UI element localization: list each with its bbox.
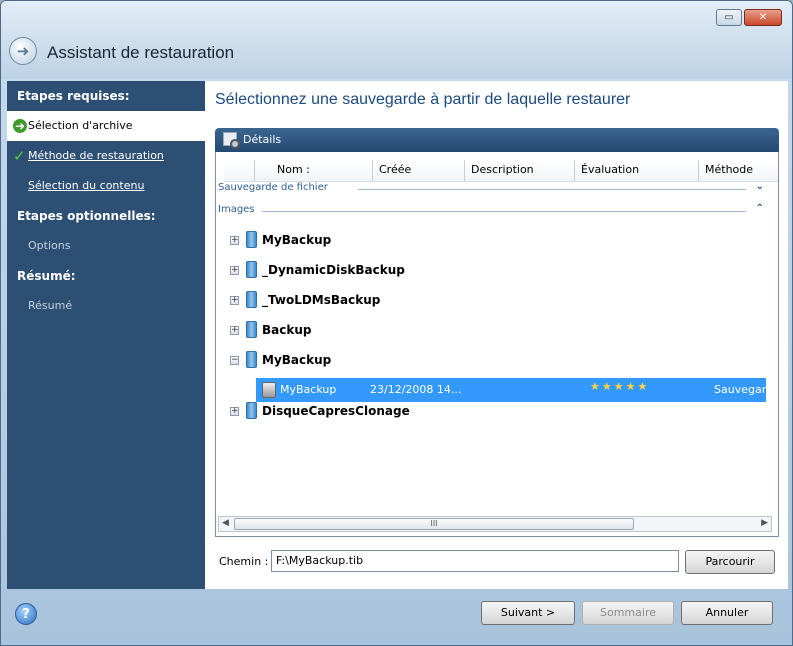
wizard-footer: ? Suivant > Sommaire Annuler: [1, 589, 792, 645]
column-header-spacer: [224, 160, 254, 182]
optional-steps-header: Etapes optionnelles:: [17, 209, 156, 223]
help-icon[interactable]: ?: [15, 603, 37, 625]
backup-archive-icon: [246, 321, 257, 338]
backup-archive-icon: [246, 351, 257, 368]
list-item[interactable]: − MyBackup: [216, 347, 768, 375]
rating-stars-icon: ★★★★★: [590, 380, 650, 393]
group-label: Images: [218, 204, 255, 215]
page-title: Sélectionnez une sauvegarde à partir de …: [215, 91, 631, 108]
horizontal-scrollbar[interactable]: ◀ III ▶: [218, 516, 772, 532]
expand-plus-icon[interactable]: +: [230, 296, 239, 305]
column-headers: Nom : Créée Description Évaluation Métho…: [224, 160, 778, 182]
column-header-rating[interactable]: Évaluation: [574, 160, 698, 182]
backup-list[interactable]: Nom : Créée Description Évaluation Métho…: [215, 152, 779, 537]
summary-button: Sommaire: [582, 601, 674, 625]
scroll-right-icon[interactable]: ▶: [761, 518, 768, 528]
next-button[interactable]: Suivant >: [481, 601, 575, 625]
path-input[interactable]: F:\MyBackup.tib: [271, 550, 679, 572]
backup-archive-icon: [246, 402, 257, 419]
chevron-up-icon[interactable]: ⌃: [756, 203, 764, 214]
scroll-thumb[interactable]: III: [234, 518, 634, 530]
step-label: Méthode de restauration: [28, 149, 164, 162]
group-images[interactable]: Images ⌃: [218, 203, 768, 218]
item-name: Backup: [262, 323, 312, 337]
main-content: Sélectionnez une sauvegarde à partir de …: [205, 81, 788, 589]
path-row: Chemin : F:\MyBackup.tib Parcourir: [215, 547, 779, 577]
row-created: 23/12/2008 14...: [370, 383, 462, 396]
backup-archive-icon: [246, 261, 257, 278]
expand-plus-icon[interactable]: +: [230, 266, 239, 275]
close-button[interactable]: ✕: [744, 9, 782, 26]
group-file-backup[interactable]: Sauvegarde de fichier ⌄: [218, 181, 768, 196]
back-arrow-icon[interactable]: ➜: [9, 37, 37, 65]
expand-plus-icon[interactable]: +: [230, 236, 239, 245]
step-archive-selection[interactable]: ➜ Sélection d'archive: [7, 111, 207, 141]
chevron-down-icon[interactable]: ⌄: [756, 181, 764, 192]
row-method: Sauvegarde: [714, 383, 779, 396]
item-name: DisqueCapresClonage: [262, 404, 410, 418]
step-restore-method[interactable]: ✓ Méthode de restauration: [7, 141, 205, 171]
title-bar: ▭ ✕ ➜ Assistant de restauration: [1, 1, 792, 79]
step-content-selection[interactable]: Sélection du contenu: [7, 171, 205, 201]
cancel-button[interactable]: Annuler: [681, 601, 773, 625]
step-label: Sélection du contenu: [28, 179, 145, 192]
step-label: Options: [28, 239, 71, 252]
item-name: MyBackup: [262, 233, 332, 247]
minimize-button[interactable]: ▭: [716, 9, 742, 26]
browse-button[interactable]: Parcourir: [685, 550, 775, 574]
wizard-steps-sidebar: Etapes requises: ➜ Sélection d'archive ✓…: [7, 81, 207, 589]
backup-archive-icon: [246, 231, 257, 248]
step-label: Résumé: [28, 299, 73, 312]
restore-wizard-window: ▭ ✕ ➜ Assistant de restauration Etapes r…: [0, 0, 793, 646]
list-item[interactable]: + DisqueCapresClonage: [216, 398, 768, 426]
backup-file-icon: [262, 382, 276, 398]
details-toggle[interactable]: Détails: [215, 128, 779, 152]
item-name: _DynamicDiskBackup: [262, 263, 405, 277]
green-check-icon: ✓: [13, 147, 26, 165]
expand-plus-icon[interactable]: +: [230, 407, 239, 416]
column-header-name[interactable]: Nom :: [254, 160, 372, 182]
group-label: Sauvegarde de fichier: [218, 182, 328, 193]
step-options: Options: [7, 231, 205, 261]
collapse-minus-icon[interactable]: −: [230, 356, 239, 365]
item-name: _TwoLDMsBackup: [262, 293, 381, 307]
details-label: Détails: [243, 133, 282, 146]
list-item[interactable]: + Backup: [216, 317, 768, 345]
step-summary: Résumé: [7, 291, 205, 321]
column-header-method[interactable]: Méthode: [698, 160, 778, 182]
list-item[interactable]: + _DynamicDiskBackup: [216, 257, 768, 285]
scroll-left-icon[interactable]: ◀: [222, 518, 229, 528]
backup-archive-icon: [246, 291, 257, 308]
path-label: Chemin :: [219, 555, 269, 568]
group-divider: [358, 189, 746, 190]
expand-plus-icon[interactable]: +: [230, 326, 239, 335]
window-controls: ▭ ✕: [716, 9, 782, 26]
column-header-created[interactable]: Créée: [372, 160, 464, 182]
column-header-description[interactable]: Description: [464, 160, 574, 182]
summary-header: Résumé:: [17, 269, 76, 283]
window-title: Assistant de restauration: [47, 43, 235, 62]
step-label: Sélection d'archive: [28, 119, 133, 132]
magnifier-document-icon: [223, 132, 240, 149]
list-item[interactable]: + MyBackup: [216, 227, 768, 255]
required-steps-header: Etapes requises:: [17, 89, 130, 103]
row-name: MyBackup: [280, 383, 337, 396]
group-divider: [262, 211, 746, 212]
green-arrow-icon: ➜: [13, 119, 27, 133]
item-name: MyBackup: [262, 353, 332, 367]
list-item[interactable]: + _TwoLDMsBackup: [216, 287, 768, 315]
